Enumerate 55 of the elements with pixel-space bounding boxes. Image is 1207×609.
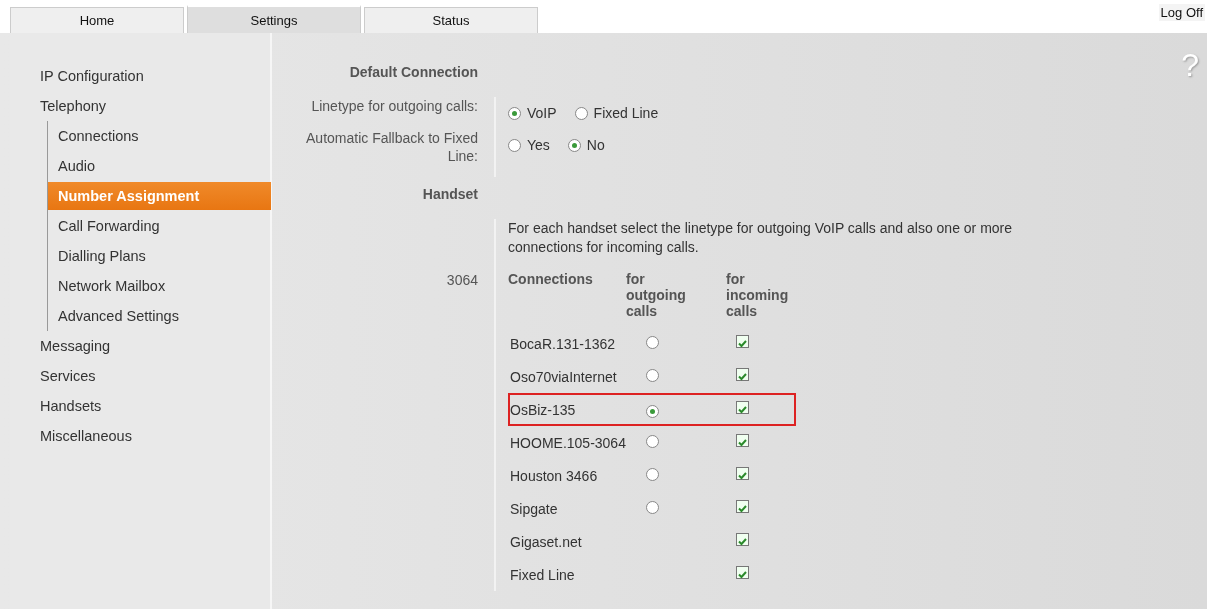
connection-name: OsBiz-135 <box>509 401 576 418</box>
connection-name: Fixed Line <box>509 566 575 583</box>
sidebar-item[interactable]: Dialling Plans <box>48 241 271 271</box>
sidebar-item[interactable]: Audio <box>48 151 271 181</box>
nav-tab[interactable]: Settings <box>187 5 361 33</box>
checkbox[interactable] <box>736 335 749 348</box>
checkbox[interactable] <box>736 533 749 546</box>
connection-name: BocaR.131-1362 <box>509 335 616 352</box>
sidebar-item[interactable]: Connections <box>48 121 271 151</box>
option-label: No <box>586 137 605 153</box>
log-off-link[interactable]: Log Off <box>1158 4 1205 21</box>
sidebar-item[interactable]: Network Mailbox <box>48 271 271 301</box>
nav-tab[interactable]: Home <box>10 7 184 33</box>
sidebar-item[interactable]: Advanced Settings <box>48 301 271 331</box>
field-label: Automatic Fallback to Fixed Line: <box>306 130 478 164</box>
sidebar-item[interactable]: IP Configuration <box>10 61 270 91</box>
checkbox[interactable] <box>736 500 749 513</box>
connection-name: Oso70viaInternet <box>509 368 617 385</box>
radio-button[interactable] <box>567 138 581 152</box>
radio-button[interactable] <box>508 138 521 152</box>
radio-button[interactable] <box>646 405 659 418</box>
checkbox[interactable] <box>736 368 749 381</box>
option-label: VoIP <box>527 105 557 121</box>
column-header: Connections <box>508 271 593 287</box>
checkbox[interactable] <box>736 467 749 480</box>
sidebar-item[interactable]: Call Forwarding <box>48 211 271 241</box>
radio-button[interactable] <box>646 368 659 382</box>
connection-name: Sipgate <box>509 500 558 517</box>
sidebar-item[interactable]: Telephony <box>10 91 270 121</box>
section-heading: Default Connection <box>349 64 478 80</box>
option-label: Yes <box>527 137 550 153</box>
radio-button[interactable] <box>646 500 659 514</box>
radio-button[interactable] <box>646 467 659 481</box>
sidebar-item[interactable]: Handsets <box>10 391 270 421</box>
column-header: for outgoing calls <box>626 271 687 319</box>
checkbox[interactable] <box>736 566 749 579</box>
connection-name: Houston 3466 <box>509 467 598 484</box>
field-label: Linetype for outgoing calls: <box>311 98 478 114</box>
sidebar-item[interactable]: Services <box>10 361 270 391</box>
sidebar-item[interactable]: Messaging <box>10 331 270 361</box>
section-heading: Handset <box>422 186 478 202</box>
option-label: Fixed Line <box>593 105 659 121</box>
sidebar-item[interactable]: Miscellaneous <box>10 421 270 451</box>
connection-name: Gigaset.net <box>509 533 582 550</box>
checkbox[interactable] <box>736 434 749 447</box>
radio-button[interactable] <box>574 106 588 120</box>
radio-button[interactable] <box>508 106 521 120</box>
radio-button[interactable] <box>646 335 659 349</box>
connection-name: HOOME.105-3064 <box>509 434 626 451</box>
column-header: for incoming calls <box>726 271 790 319</box>
handset-name: 3064 <box>446 272 478 288</box>
description-text: For each handset select the linetype for outgoing VoIP calls and also one or more connections for incoming calls. <box>508 219 1014 257</box>
checkbox[interactable] <box>736 401 749 414</box>
radio-button[interactable] <box>646 434 659 448</box>
nav-tab[interactable]: Status <box>364 7 538 33</box>
